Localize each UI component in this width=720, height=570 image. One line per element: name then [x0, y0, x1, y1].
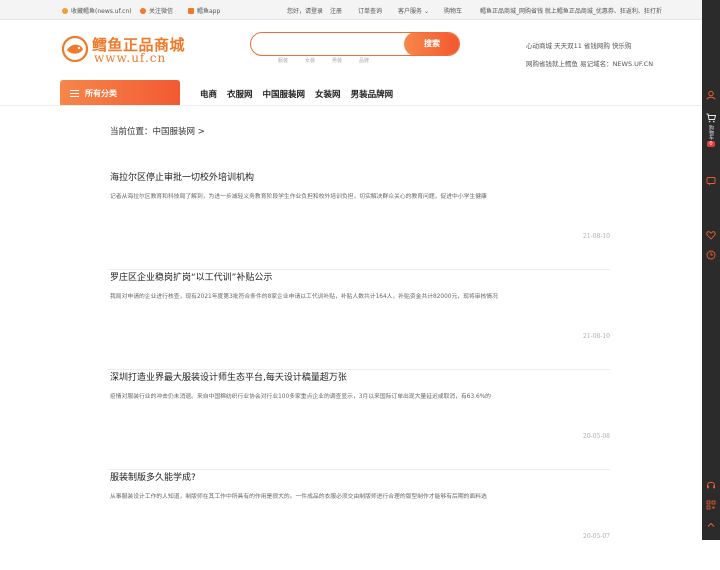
main-nav: 电商 衣服网 中国服装网 女装网 男装品牌网: [200, 88, 393, 100]
sidebar-cart[interactable]: 购物车 0: [702, 113, 720, 147]
article-summary: 疫情对服装行业的冲击仍未消退。来自中国棉纺织行业协会对行业100多家重点企业的调…: [110, 394, 491, 400]
search-input[interactable]: [259, 36, 399, 52]
article-title[interactable]: 罗庄区企业稳岗扩岗“以工代训”补贴公示: [110, 270, 272, 283]
headset-icon: [707, 481, 715, 489]
qrcode-icon: [706, 500, 716, 510]
message-icon: [706, 177, 716, 186]
nav-item[interactable]: 男装品牌网: [351, 88, 394, 100]
sidebar-qrcode[interactable]: [702, 500, 720, 510]
wechat-icon: [140, 7, 146, 14]
article-summary: 从事服装设计工作的人知道，制版师在其工作中所具有的作用是很大的。一件成品的衣服必…: [110, 494, 487, 500]
slogan-line-2: 网购省钱就上鳕鱼 易记域名：NEWS.UF.CN: [526, 60, 654, 68]
all-categories-button[interactable]: 所有分类: [60, 80, 180, 106]
nav-item[interactable]: 中国服装网: [263, 88, 306, 100]
hot-keyword[interactable]: 男装: [332, 57, 342, 64]
star-icon: [62, 7, 68, 14]
sidebar-user[interactable]: [702, 90, 720, 100]
list-item: 服装制版多久能学成? 从事服装设计工作的人知道，制版师在其工作中所具有的作用是很…: [108, 470, 610, 570]
article-date: 21-08-10: [583, 233, 610, 240]
clock-icon: [706, 250, 716, 260]
promo-text: 鳕鱼正品商城_网购省钱 就上鳕鱼正品商城_优惠券、狂返利、狂打折: [480, 8, 662, 15]
divider: [0, 105, 702, 106]
site-logo[interactable]: 鳕鱼正品商城 www.uf.cn: [62, 34, 192, 66]
search-box: 搜索: [250, 32, 460, 56]
cart-icon: [706, 113, 716, 123]
sidebar-favorite[interactable]: [702, 230, 720, 240]
sidebar-cart-label: 购物车: [708, 125, 714, 140]
wechat-link[interactable]: 关注微信: [140, 6, 173, 15]
app-label: 鳕鱼app: [197, 8, 221, 15]
hot-keywords: 服装 女装 男装 品牌: [278, 57, 369, 64]
order-query-link[interactable]: 订单查询: [358, 6, 382, 15]
wechat-label: 关注微信: [149, 8, 174, 15]
article-title[interactable]: 海拉尔区停止审批一切校外培训机构: [110, 170, 254, 183]
top-utility-bar: 收藏鳕鱼(news.uf.cn) 关注微信 鳕鱼app 您好，请登录 注册 订单…: [0, 0, 702, 20]
arrow-up-icon: [707, 522, 715, 527]
bookmark-link[interactable]: 收藏鳕鱼(news.uf.cn): [62, 6, 132, 15]
all-categories-label: 所有分类: [85, 88, 117, 98]
customer-service-menu[interactable]: 客户服务 ⌄: [398, 6, 429, 15]
cart-count-badge: 0: [707, 141, 715, 147]
article-summary: 记者从海拉尔区教育和科技局了解到，为进一步减轻义务教育阶段学生作业负担和校外培训…: [110, 194, 487, 200]
search-button[interactable]: 搜索: [404, 33, 459, 55]
fish-logo-icon: [62, 36, 88, 62]
user-icon: [706, 90, 716, 100]
register-link[interactable]: 注册: [330, 6, 342, 15]
article-summary: 我局对申请的企业进行核查，现有2021年度第3批符合条件的8家企业申请以工代训补…: [110, 294, 498, 300]
logo-text-en: www.uf.cn: [94, 51, 167, 65]
app-icon: [188, 7, 194, 14]
article-title[interactable]: 深圳打造业界最大服装设计师生态平台,每天设计稿量超万张: [110, 370, 347, 383]
list-item: 海拉尔区停止审批一切校外培训机构 记者从海拉尔区教育和科技局了解到，为进一步减轻…: [108, 170, 610, 270]
hot-keyword[interactable]: 服装: [278, 57, 288, 64]
article-date: 20-05-08: [583, 433, 610, 440]
sidebar-history[interactable]: [702, 250, 720, 260]
sidebar-service[interactable]: [702, 480, 720, 490]
bookmark-label: 收藏鳕鱼(news.uf.cn): [71, 8, 132, 15]
sidebar-back-to-top[interactable]: [702, 520, 720, 530]
article-date: 20-05-07: [583, 533, 610, 540]
right-sidebar: 购物车 0: [702, 0, 720, 540]
article-date: 21-08-10: [583, 333, 610, 340]
hot-keyword[interactable]: 品牌: [359, 57, 369, 64]
sidebar-message[interactable]: [702, 176, 720, 186]
list-item: 罗庄区企业稳岗扩岗“以工代训”补贴公示 我局对申请的企业进行核查，现有2021年…: [108, 270, 610, 370]
article-title[interactable]: 服装制版多久能学成?: [110, 470, 196, 483]
heart-icon: [706, 231, 716, 240]
cart-link[interactable]: 购物车: [444, 6, 462, 15]
breadcrumb: 当前位置：中国服装网 >: [110, 127, 205, 137]
login-link[interactable]: 您好，请登录: [287, 6, 323, 15]
customer-service-label: 客户服务: [398, 8, 423, 15]
nav-item[interactable]: 电商: [200, 88, 217, 100]
chevron-down-icon: ⌄: [423, 8, 429, 15]
nav-item[interactable]: 衣服网: [227, 88, 253, 100]
app-link[interactable]: 鳕鱼app: [188, 6, 220, 15]
hot-keyword[interactable]: 女装: [305, 57, 315, 64]
list-item: 深圳打造业界最大服装设计师生态平台,每天设计稿量超万张 疫情对服装行业的冲击仍未…: [108, 370, 610, 470]
category-bar: 所有分类 电商 衣服网 中国服装网 女装网 男装品牌网: [0, 80, 702, 106]
nav-item[interactable]: 女装网: [315, 88, 341, 100]
menu-icon: [70, 89, 79, 97]
slogan-line-1: 心动商城 天天双11 省钱网购 快乐购: [526, 42, 632, 50]
